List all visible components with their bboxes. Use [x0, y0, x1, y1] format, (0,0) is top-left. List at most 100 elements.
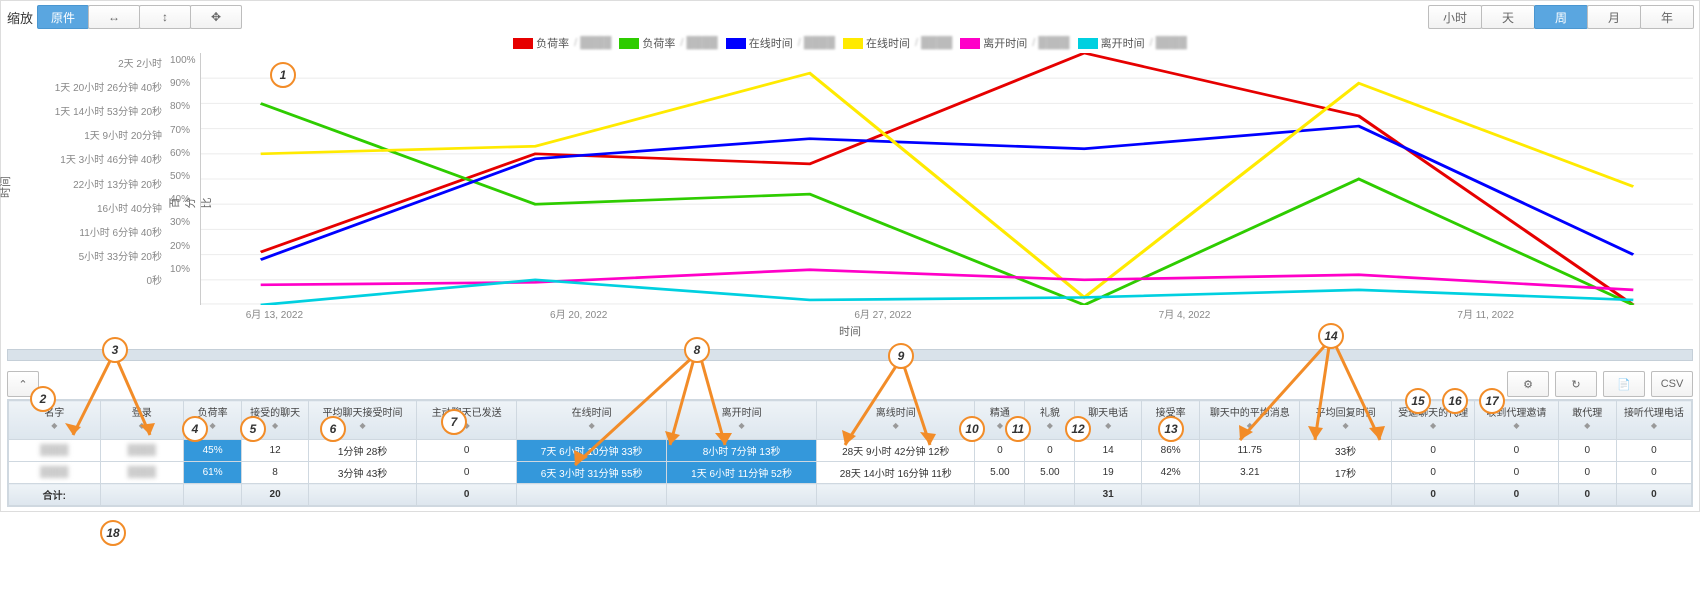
annotation-10: 10: [959, 416, 985, 442]
table-cell: [1142, 484, 1200, 506]
excel-icon: 📄: [1617, 378, 1631, 391]
plot-area[interactable]: 6月 13, 2022 6月 20, 2022 6月 27, 2022 7月 4…: [200, 53, 1693, 305]
table-cell: [308, 484, 416, 506]
table-cell: ████: [100, 462, 183, 484]
x-axis-title: 时间: [7, 323, 1693, 339]
annotation-15: 15: [1405, 388, 1431, 414]
table-cell: [100, 484, 183, 506]
annotation-13: 13: [1158, 416, 1184, 442]
annotation-8: 8: [684, 337, 710, 363]
table-cell: 12: [242, 440, 309, 462]
annotation-9: 9: [888, 343, 914, 369]
table-header-cell[interactable]: 接听代理电话◆: [1616, 401, 1691, 440]
export-csv-button[interactable]: CSV: [1651, 371, 1693, 397]
csv-icon: CSV: [1661, 378, 1684, 390]
table-cell: 19: [1075, 462, 1142, 484]
legend-item[interactable]: 在线时间/ ████: [726, 35, 835, 51]
table-cell: 0: [1558, 462, 1616, 484]
range-week-button[interactable]: 周: [1534, 5, 1588, 29]
table-cell: 3.21: [1200, 462, 1300, 484]
table-cell: [1025, 484, 1075, 506]
table-cell: 86%: [1142, 440, 1200, 462]
refresh-button[interactable]: ↻: [1555, 371, 1597, 397]
table-cell: [1200, 484, 1300, 506]
legend-swatch: [619, 38, 639, 49]
table-cell: 0: [1616, 462, 1691, 484]
legend-item[interactable]: 离开时间/ ████: [960, 35, 1069, 51]
table-row[interactable]: ████████61%83分钟 43秒06天 3小时 31分钟 55秒1天 6小…: [9, 462, 1692, 484]
table-header-cell[interactable]: 敢代理◆: [1558, 401, 1616, 440]
table-cell: 42%: [1142, 462, 1200, 484]
annotation-2: 2: [30, 386, 56, 412]
table-cell: 31: [1075, 484, 1142, 506]
range-month-button[interactable]: 月: [1587, 5, 1641, 29]
refresh-icon: ↻: [1571, 378, 1580, 391]
table-cell: ████: [9, 462, 101, 484]
table-cell: 1分钟 28秒: [308, 440, 416, 462]
table-cell: 45%: [183, 440, 241, 462]
table-cell: 3分钟 43秒: [308, 462, 416, 484]
annotation-16: 16: [1442, 388, 1468, 414]
range-year-button[interactable]: 年: [1640, 5, 1694, 29]
table-cell: [1300, 484, 1392, 506]
range-day-button[interactable]: 天: [1481, 5, 1535, 29]
annotation-1: 1: [270, 62, 296, 88]
zoom-vertical-button[interactable]: ↕: [139, 5, 191, 29]
legend-item[interactable]: 在线时间/ ████: [843, 35, 952, 51]
table-cell: 0: [1558, 440, 1616, 462]
legend-swatch: [726, 38, 746, 49]
legend-item[interactable]: 离开时间/ ████: [1078, 35, 1187, 51]
table-cell: 17秒: [1300, 462, 1392, 484]
zoom-pan-button[interactable]: ✥: [190, 5, 242, 29]
table-cell: 0: [1616, 484, 1691, 506]
legend-item[interactable]: 负荷率/ ████: [513, 35, 611, 51]
legend-item[interactable]: 负荷率/ ████: [619, 35, 717, 51]
table-cell: 0: [1391, 484, 1474, 506]
table-cell: 20: [242, 484, 309, 506]
settings-button[interactable]: ⚙: [1507, 371, 1549, 397]
table-cell: 28天 14小时 16分钟 11秒: [817, 462, 975, 484]
annotation-4: 4: [182, 416, 208, 442]
table-cell: 0: [417, 440, 517, 462]
zoom-label: 缩放: [7, 8, 33, 27]
table-cell: 8: [242, 462, 309, 484]
range-hour-button[interactable]: 小时: [1428, 5, 1482, 29]
table-cell: 5.00: [975, 462, 1025, 484]
annotation-7: 7: [441, 409, 467, 435]
legend-swatch: [843, 38, 863, 49]
table-cell: [183, 484, 241, 506]
table-cell: 合计:: [9, 484, 101, 506]
annotation-12: 12: [1065, 416, 1091, 442]
zoom-original-button[interactable]: 原件: [37, 5, 89, 29]
table-cell: 0: [1558, 484, 1616, 506]
table-cell: 0: [1616, 440, 1691, 462]
table-cell: 0: [1391, 462, 1474, 484]
table-cell: [667, 484, 817, 506]
range-buttons: 小时 天 周 月 年: [1428, 5, 1693, 29]
table-cell: 0: [1475, 462, 1558, 484]
annotation-17: 17: [1479, 388, 1505, 414]
y-axis-left: 时间 2天 2小时 1天 20小时 26分钟 40秒 1天 14小时 53分钟 …: [7, 53, 166, 305]
annotation-11: 11: [1005, 416, 1031, 442]
zoom-horizontal-button[interactable]: ↔: [88, 5, 140, 29]
table-cell: 0: [1025, 440, 1075, 462]
table-cell: 61%: [183, 462, 241, 484]
zoom-buttons: 原件 ↔ ↕ ✥: [37, 5, 241, 29]
annotation-5: 5: [240, 416, 266, 442]
chart-legend: 负荷率/ ████ 负荷率/ ████ 在线时间/ ████ 在线时间/ ███…: [7, 35, 1693, 51]
export-excel-button[interactable]: 📄: [1603, 371, 1645, 397]
table-cell: 0: [1475, 484, 1558, 506]
table-cell: 0: [975, 440, 1025, 462]
chevron-up-icon: ⌃: [18, 378, 27, 391]
table-cell: 0: [417, 484, 517, 506]
chart-area: 时间 2天 2小时 1天 20小时 26分钟 40秒 1天 14小时 53分钟 …: [7, 53, 1693, 305]
table-cell: [517, 484, 667, 506]
annotation-6: 6: [320, 416, 346, 442]
annotation-18: 18: [100, 520, 126, 546]
table-cell: 0: [1475, 440, 1558, 462]
table-cell: 14: [1075, 440, 1142, 462]
table-cell: [975, 484, 1025, 506]
table-total-row: 合计:200310000: [9, 484, 1692, 506]
legend-swatch: [513, 38, 533, 49]
table-cell: [817, 484, 975, 506]
